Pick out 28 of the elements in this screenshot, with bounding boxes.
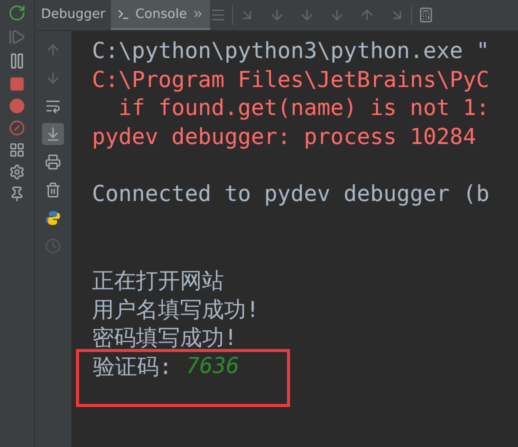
breakpoints-icon[interactable] xyxy=(9,98,25,114)
pin-icon[interactable] xyxy=(9,186,25,202)
console-line: if found.get(name) is not 1: xyxy=(117,96,490,122)
rerun-icon[interactable] xyxy=(8,4,26,22)
console-line: 验证码: xyxy=(93,354,172,382)
force-step-icon[interactable] xyxy=(328,7,345,23)
console-line: Connected to pydev debugger (b xyxy=(92,182,490,208)
stop-icon[interactable] xyxy=(9,76,25,92)
resume-icon[interactable] xyxy=(8,28,26,46)
menu-icon[interactable] xyxy=(210,7,226,23)
settings-icon[interactable] xyxy=(9,164,25,180)
mute-breakpoints-icon[interactable] xyxy=(9,120,25,136)
step-into-my-code-icon[interactable] xyxy=(298,7,315,23)
step-into-icon[interactable] xyxy=(268,7,285,23)
scroll-to-end-icon[interactable] xyxy=(42,123,64,145)
layout-icon[interactable] xyxy=(9,142,25,158)
console-line: C:\Program Files\JetBrains\PyC xyxy=(92,68,490,93)
console-line: 密码填写成功! xyxy=(92,325,238,354)
console-icon xyxy=(117,8,130,20)
step-out-icon[interactable] xyxy=(358,7,375,23)
console-line: 正在打开网站 xyxy=(92,268,224,296)
console-line: pydev debugger: process 10284 xyxy=(92,124,476,150)
console-line: C:\python\python3\python.exe " xyxy=(92,38,490,64)
tab[interactable]: Console xyxy=(111,0,210,30)
console-line: 用户名填写成功! xyxy=(92,296,260,325)
console-value: 7636 xyxy=(186,354,240,380)
pause-icon[interactable] xyxy=(8,52,26,70)
calculator-icon[interactable] xyxy=(418,7,434,23)
